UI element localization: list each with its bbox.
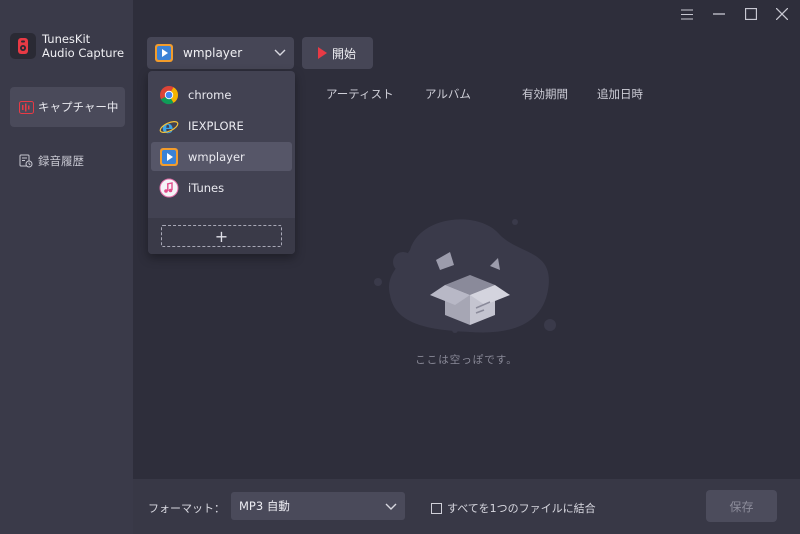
start-button[interactable]: 開始 (302, 37, 373, 69)
sidebar-item-history[interactable]: 録音履歴 (10, 141, 125, 181)
merge-label: すべてを1つのファイルに結合 (447, 502, 596, 515)
selected-app-label: wmplayer (183, 46, 243, 60)
bottom-bar: フォーマット： MP3 自動 すべてを1つのファイルに結合 保存 (133, 479, 800, 534)
column-header-duration[interactable]: 有効期間 (522, 86, 568, 102)
app-dropdown-menu: chrome e IEXPLORE wmplayer iTunes + (148, 71, 295, 254)
add-app-label: + (214, 226, 229, 246)
dropdown-item-label: wmplayer (188, 149, 245, 164)
dropdown-item-label: iTunes (188, 180, 225, 195)
sidebar-item-capturing[interactable]: キャプチャー中 (10, 87, 125, 127)
dropdown-item-itunes[interactable]: iTunes (151, 173, 292, 202)
wmplayer-icon (159, 147, 179, 167)
column-header-date-added[interactable]: 追加日時 (597, 86, 643, 102)
app-logo: TunesKit Audio Capture (10, 32, 124, 60)
dropdown-item-label: chrome (188, 87, 232, 102)
format-select[interactable]: MP3 自動 (231, 492, 405, 520)
maximize-icon[interactable] (741, 4, 761, 24)
column-header-artist[interactable]: アーティスト (326, 86, 394, 102)
start-button-label: 開始 (332, 46, 357, 61)
empty-box-illustration (370, 210, 570, 350)
chevron-down-icon (385, 500, 397, 515)
close-icon[interactable] (772, 4, 792, 24)
format-label: フォーマット： (148, 502, 225, 515)
itunes-icon (159, 178, 179, 198)
empty-state-message: ここは空っぽです。 (415, 354, 518, 366)
history-icon (18, 153, 34, 169)
merge-checkbox[interactable]: すべてを1つのファイルに結合 (431, 500, 596, 516)
svg-text:e: e (162, 117, 173, 136)
dropdown-item-label: IEXPLORE (188, 118, 244, 133)
app-logo-icon (10, 33, 36, 59)
minimize-icon[interactable] (709, 4, 729, 24)
format-select-value: MP3 自動 (239, 499, 290, 513)
dropdown-item-iexplore[interactable]: e IEXPLORE (151, 111, 292, 140)
checkbox-box[interactable] (431, 502, 442, 514)
capture-icon (18, 99, 34, 115)
dropdown-item-chrome[interactable]: chrome (151, 80, 292, 109)
play-icon (318, 47, 327, 59)
sidebar: TunesKit Audio Capture キャプチャー中 録音履歴 (0, 0, 133, 534)
ie-icon: e (159, 116, 179, 136)
chevron-down-icon (274, 46, 286, 61)
app-select[interactable]: wmplayer (147, 37, 294, 69)
column-header-album[interactable]: アルバム (425, 86, 471, 102)
save-button-label: 保存 (729, 499, 754, 514)
app-name-line2: Audio Capture (42, 46, 125, 60)
add-app-button[interactable]: + (161, 225, 282, 247)
sidebar-item-label: 録音履歴 (38, 154, 84, 168)
menu-icon[interactable] (677, 4, 697, 24)
sidebar-item-label: キャプチャー中 (38, 100, 119, 114)
chrome-icon (159, 85, 179, 105)
dropdown-item-wmplayer[interactable]: wmplayer (151, 142, 292, 171)
app-name-line1: TunesKit (42, 32, 91, 46)
save-button[interactable]: 保存 (706, 490, 777, 522)
wmplayer-icon (153, 42, 175, 64)
